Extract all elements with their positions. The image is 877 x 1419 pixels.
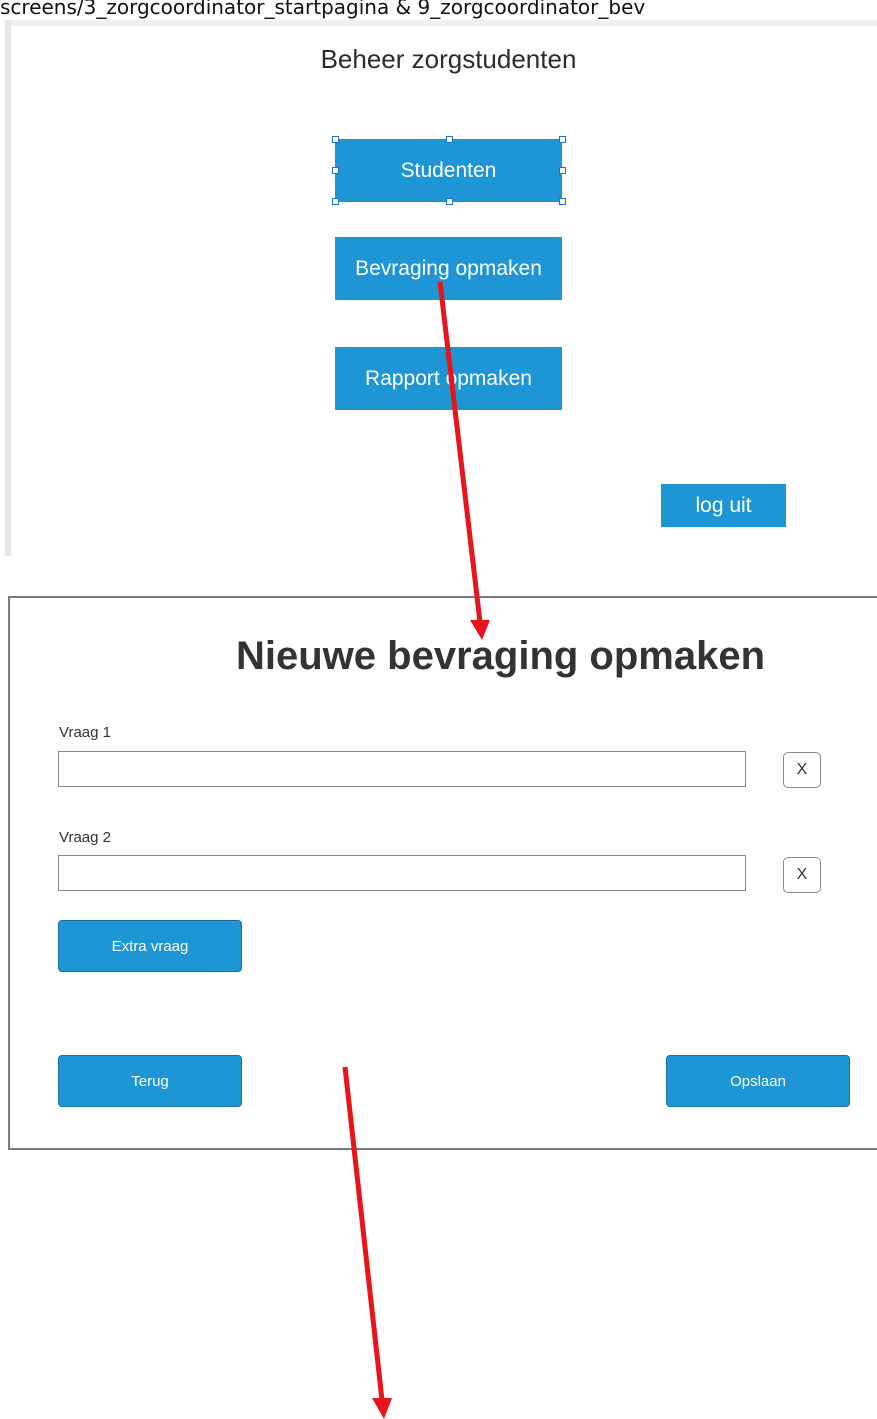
extra-vraag-button[interactable]: Extra vraag bbox=[58, 920, 242, 972]
selection-handle bbox=[332, 136, 339, 143]
survey-page-title: Nieuwe bevraging opmaken bbox=[236, 634, 766, 678]
terug-button[interactable]: Terug bbox=[58, 1055, 242, 1107]
selection-handle bbox=[446, 136, 453, 143]
question-2-label: Vraag 2 bbox=[59, 829, 111, 846]
logout-button[interactable]: log uit bbox=[661, 484, 786, 527]
selection-handle bbox=[559, 167, 566, 174]
rapport-opmaken-button[interactable]: Rapport opmaken bbox=[335, 347, 562, 410]
selection-handle bbox=[446, 198, 453, 205]
question-1-input[interactable] bbox=[58, 751, 746, 787]
question-1-label: Vraag 1 bbox=[59, 724, 111, 741]
remove-question-2-button[interactable]: X bbox=[783, 857, 821, 893]
arrow-bevraging-to-survey bbox=[437, 281, 490, 640]
panel-top-rule bbox=[11, 20, 877, 26]
bevraging-opmaken-button[interactable]: Bevraging opmaken bbox=[335, 237, 562, 300]
selection-handle bbox=[332, 167, 339, 174]
start-page-title: Beheer zorgstudenten bbox=[320, 44, 577, 74]
remove-question-1-button[interactable]: X bbox=[783, 752, 821, 788]
selection-handle bbox=[559, 136, 566, 143]
opslaan-button[interactable]: Opslaan bbox=[666, 1055, 850, 1107]
question-2-input[interactable] bbox=[58, 855, 746, 891]
studenten-button[interactable]: Studenten bbox=[335, 139, 562, 202]
selection-handle bbox=[559, 198, 566, 205]
panel-left-border bbox=[5, 20, 11, 556]
selection-handle bbox=[332, 198, 339, 205]
diagram-caption: screens/3_zorgcoordinator_startpagina & … bbox=[0, 0, 646, 19]
